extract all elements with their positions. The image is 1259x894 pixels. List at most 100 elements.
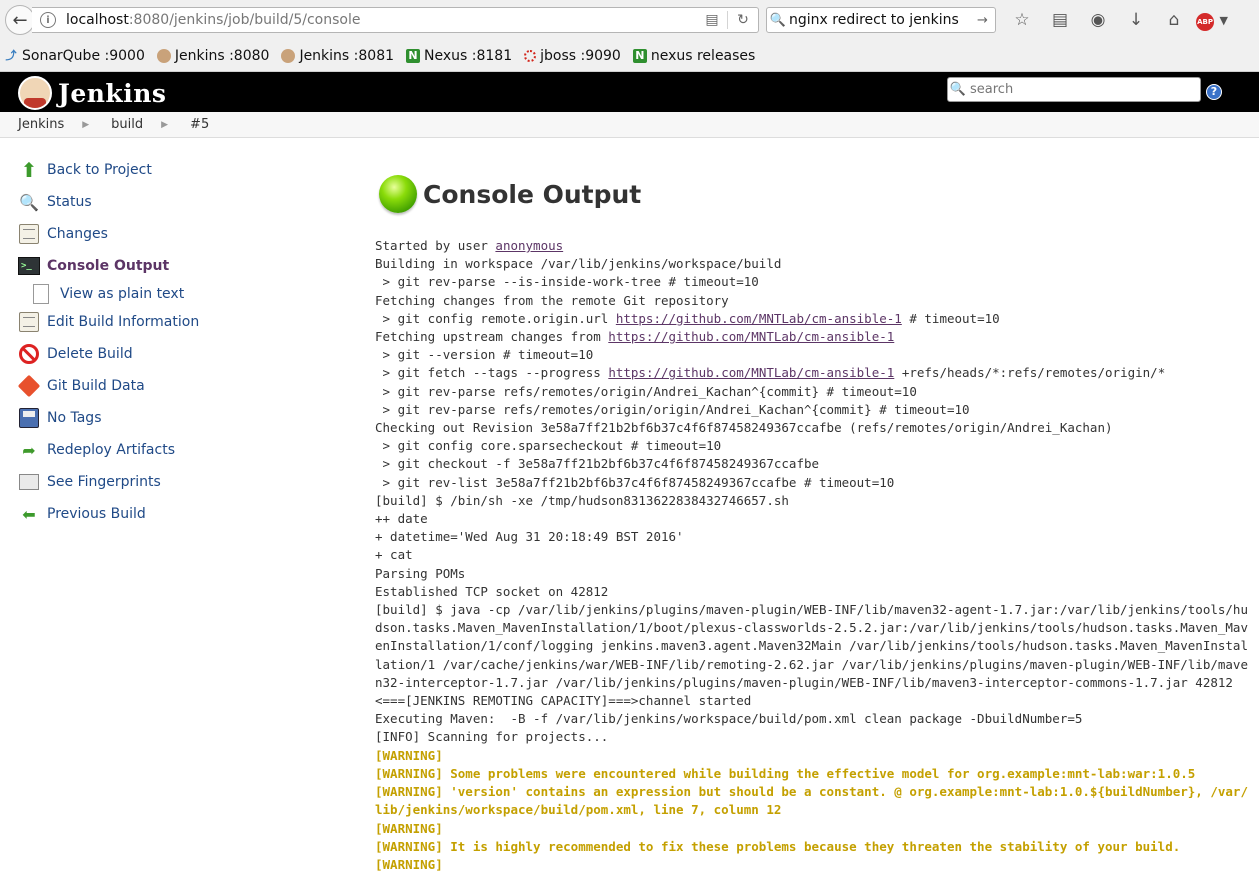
pocket-icon[interactable]: ◉ xyxy=(1079,10,1117,30)
jenkins-logo[interactable]: Jenkins xyxy=(18,76,166,110)
breadcrumb-label[interactable]: #5 xyxy=(190,117,209,132)
console-line: > git checkout -f 3e58a7ff21b2bf6b37c4f6… xyxy=(375,456,820,472)
browser-search-input[interactable]: nginx redirect to jenkins xyxy=(789,12,977,28)
task-delete-build[interactable]: Delete Build xyxy=(0,338,340,370)
arrow-left-icon: ⬅ xyxy=(22,504,36,524)
magnifier-icon: 🔍 xyxy=(19,192,39,212)
task-label[interactable]: Changes xyxy=(47,226,108,242)
bookmark-label: nexus releases xyxy=(650,47,756,64)
url-text[interactable]: localhost:8080/jenkins/job/build/5/conso… xyxy=(66,12,361,28)
fingerprint-icon xyxy=(18,471,40,493)
task-no-tags[interactable]: No Tags xyxy=(0,402,340,434)
task-see-fingerprints[interactable]: See Fingerprints xyxy=(0,466,340,498)
breadcrumb-label[interactable]: build xyxy=(111,117,143,132)
build-status-ball-icon xyxy=(379,175,417,213)
task-status[interactable]: 🔍 Status xyxy=(0,186,340,218)
console-line: > git --version # timeout=10 xyxy=(375,347,594,363)
notepad-icon xyxy=(18,223,40,245)
task-label[interactable]: Redeploy Artifacts xyxy=(47,442,175,458)
terminal-icon: >_ xyxy=(18,255,40,277)
task-label[interactable]: See Fingerprints xyxy=(47,474,161,490)
repo-link[interactable]: https://github.com/MNTLab/cm-ansible-1 xyxy=(608,365,894,380)
breadcrumb: Jenkins ▶ build ▶ #5 xyxy=(0,112,1259,138)
console-line: > git config core.sparsecheckout # timeo… xyxy=(375,438,722,454)
adblock-icon[interactable]: ABP ▼ xyxy=(1193,9,1231,31)
breadcrumb-label[interactable]: Jenkins xyxy=(18,117,64,132)
breadcrumb-item-build-5[interactable]: #5 xyxy=(190,117,209,132)
task-label[interactable]: Status xyxy=(47,194,92,210)
download-icon[interactable]: ↓ xyxy=(1117,10,1155,30)
task-label[interactable]: Console Output xyxy=(47,258,169,274)
page-heading: Console Output xyxy=(379,170,1255,218)
breadcrumb-item-jenkins[interactable]: Jenkins ▶ xyxy=(18,117,111,132)
jenkins-title: Jenkins xyxy=(58,78,167,108)
browser-search-box[interactable]: 🔍 nginx redirect to jenkins → xyxy=(766,7,996,33)
sonarqube-icon: ⤴ xyxy=(5,48,17,62)
jenkins-icon xyxy=(281,48,296,63)
url-bar[interactable]: i localhost:8080/jenkins/job/build/5/con… xyxy=(32,7,759,33)
console-warning-line: [WARNING] 'version' contains an expressi… xyxy=(375,784,1248,818)
console-line: [build] $ /bin/sh -xe /tmp/hudson8313622… xyxy=(375,492,789,508)
redeploy-icon: ➦ xyxy=(22,440,36,460)
user-link[interactable]: anonymous xyxy=(495,238,563,253)
home-icon[interactable]: ⌂ xyxy=(1155,10,1193,30)
breadcrumb-separator-icon[interactable]: ▶ xyxy=(161,120,168,130)
task-git-build-data[interactable]: Git Build Data xyxy=(0,370,340,402)
console-line: ++ date xyxy=(375,511,428,527)
repo-link[interactable]: https://github.com/MNTLab/cm-ansible-1 xyxy=(616,311,902,326)
bookmarks-bar: ⤴ SonarQube :9000 Jenkins :8080 Jenkins … xyxy=(0,40,1259,72)
bookmark-jenkins-8081[interactable]: Jenkins :8081 xyxy=(281,48,394,64)
task-console-output[interactable]: >_ Console Output xyxy=(0,250,340,282)
reading-list-icon[interactable]: ▤ xyxy=(1041,10,1079,30)
jenkins-search-box[interactable]: 🔍 xyxy=(947,77,1201,102)
jenkins-header: Jenkins 🔍 ? xyxy=(0,72,1259,112)
nexus-icon: N xyxy=(632,48,647,63)
bookmark-star-icon[interactable]: ☆ xyxy=(1003,10,1041,30)
jenkins-search-input[interactable] xyxy=(968,81,1188,98)
bookmark-sonarqube[interactable]: ⤴ SonarQube :9000 xyxy=(4,48,145,64)
task-label[interactable]: No Tags xyxy=(47,410,101,426)
delete-icon xyxy=(18,343,40,365)
bookmark-jenkins-8080[interactable]: Jenkins :8080 xyxy=(156,47,270,64)
jenkins-butler-icon xyxy=(18,76,52,110)
task-previous-build[interactable]: ⬅ Previous Build xyxy=(0,498,340,530)
console-line: Checking out Revision 3e58a7ff21b2bf6b37… xyxy=(375,420,1113,436)
breadcrumb-separator-icon[interactable]: ▶ xyxy=(82,120,89,130)
main-panel: Console Output Started by user anonymous… xyxy=(375,170,1255,874)
console-warning-line: [WARNING] Some problems were encountered… xyxy=(375,765,1196,781)
info-icon[interactable]: i xyxy=(40,12,56,28)
task-label[interactable]: Back to Project xyxy=(47,162,152,178)
search-go-arrow-icon[interactable]: → xyxy=(977,13,995,28)
task-label[interactable]: Git Build Data xyxy=(47,378,145,394)
task-view-plain-text[interactable]: View as plain text xyxy=(0,282,340,306)
bookmark-label: Jenkins :8080 xyxy=(174,47,270,64)
bookmark-jboss-9090[interactable]: jboss :9090 xyxy=(524,48,621,64)
document-icon xyxy=(32,284,50,304)
task-back-to-project[interactable]: ⬆ Back to Project xyxy=(0,154,340,186)
task-label[interactable]: Previous Build xyxy=(47,506,146,522)
console-line: Parsing POMs xyxy=(375,565,466,581)
browser-toolbar-icons: ☆ ▤ ◉ ↓ ⌂ ABP ▼ xyxy=(1003,7,1231,33)
console-output[interactable]: Started by user anonymous Building in wor… xyxy=(375,237,1255,874)
back-arrow-icon[interactable]: ← xyxy=(5,5,35,35)
console-line: > git rev-parse refs/remotes/origin/Andr… xyxy=(375,383,917,399)
console-line: Fetching upstream changes from https://g… xyxy=(375,329,895,345)
task-changes[interactable]: Changes xyxy=(0,218,340,250)
repo-link[interactable]: https://github.com/MNTLab/cm-ansible-1 xyxy=(608,329,894,344)
task-label[interactable]: Edit Build Information xyxy=(47,314,199,330)
reader-view-icon[interactable]: ▤ xyxy=(697,12,727,28)
reload-icon[interactable]: ↻ xyxy=(728,12,758,28)
side-panel: ⬆ Back to Project 🔍 Status Changes >_ Co… xyxy=(0,154,340,530)
console-line: Fetching changes from the remote Git rep… xyxy=(375,292,729,308)
task-edit-build-information[interactable]: Edit Build Information xyxy=(0,306,340,338)
task-redeploy-artifacts[interactable]: ➦ Redeploy Artifacts xyxy=(0,434,340,466)
help-icon[interactable]: ? xyxy=(1206,84,1222,100)
console-line: > git rev-parse --is-inside-work-tree # … xyxy=(375,274,759,290)
breadcrumb-item-build[interactable]: build ▶ xyxy=(111,117,190,132)
task-label[interactable]: Delete Build xyxy=(47,346,133,362)
save-icon xyxy=(18,407,40,429)
bookmark-nexus-8181[interactable]: N Nexus :8181 xyxy=(406,48,512,64)
search-icon: 🔍 xyxy=(949,82,967,97)
task-label[interactable]: View as plain text xyxy=(60,286,184,302)
bookmark-nexus-releases[interactable]: N nexus releases xyxy=(632,47,756,64)
